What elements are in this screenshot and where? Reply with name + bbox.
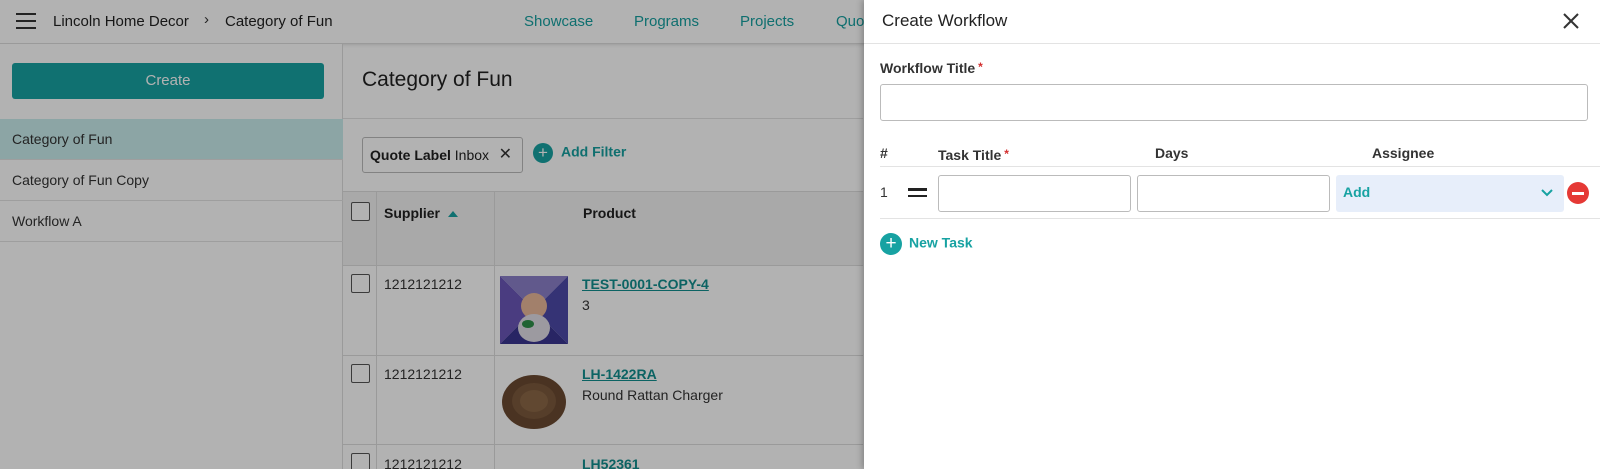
assignee-select[interactable]: Add xyxy=(1336,175,1564,212)
column-header-days: Days xyxy=(1155,145,1189,161)
task-number: 1 xyxy=(880,184,888,200)
column-header-task-title: Task Title * xyxy=(938,147,1009,163)
task-title-input[interactable] xyxy=(938,175,1131,212)
workflow-title-label-text: Workflow Title xyxy=(880,60,976,76)
create-workflow-drawer: Create Workflow Workflow Title * # Task T… xyxy=(864,0,1600,469)
divider xyxy=(880,218,1600,219)
remove-task-icon[interactable] xyxy=(1567,182,1589,204)
column-header-num: # xyxy=(880,145,888,161)
drawer-header: Create Workflow xyxy=(864,0,1600,44)
new-task-label: New Task xyxy=(909,234,973,251)
workflow-title-input[interactable] xyxy=(880,84,1588,121)
close-icon[interactable] xyxy=(1560,10,1582,32)
divider xyxy=(880,166,1600,167)
chevron-down-icon xyxy=(1541,189,1553,197)
modal-backdrop[interactable] xyxy=(0,0,864,469)
new-task-button[interactable]: + New Task xyxy=(880,233,973,255)
column-header-assignee: Assignee xyxy=(1372,145,1435,161)
workflow-title-label: Workflow Title * xyxy=(880,60,983,76)
task-title-header-text: Task Title xyxy=(938,147,1002,163)
required-marker: * xyxy=(1004,147,1009,161)
task-days-input[interactable] xyxy=(1137,175,1330,212)
assignee-select-value: Add xyxy=(1343,184,1371,200)
plus-circle-icon: + xyxy=(880,233,902,255)
drag-handle-icon[interactable] xyxy=(908,188,927,197)
required-marker: * xyxy=(978,60,983,74)
drawer-title: Create Workflow xyxy=(882,11,1008,30)
